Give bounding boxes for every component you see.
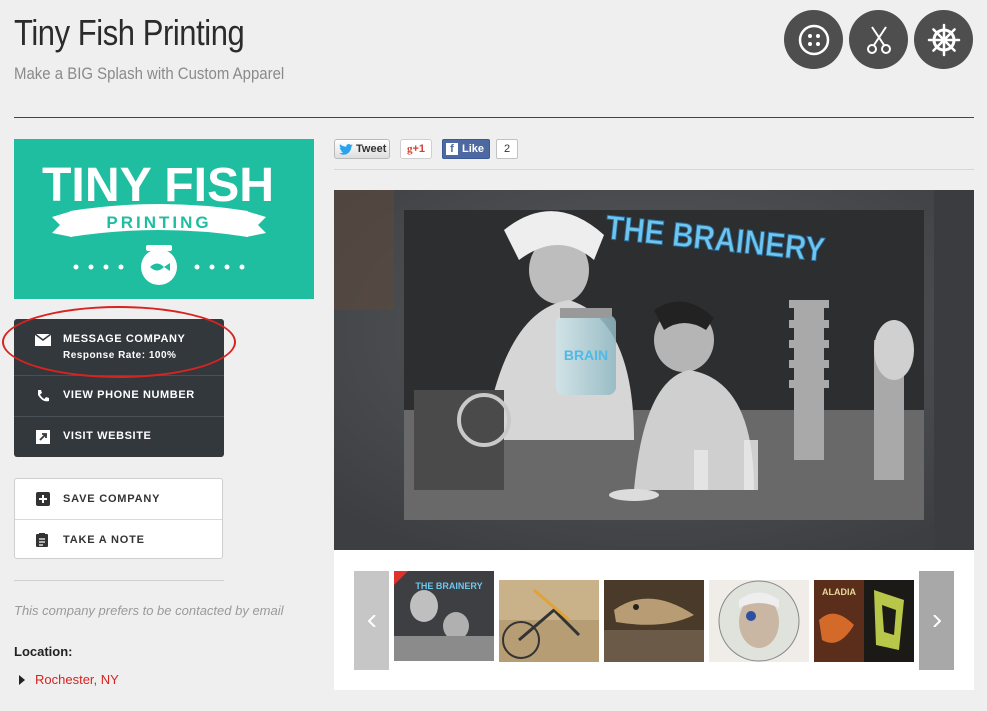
thumb-palladia[interactable]: ALADIA: [814, 580, 914, 662]
scissors-circle[interactable]: [849, 10, 908, 69]
thumb-brainery[interactable]: THE BRAINERY: [394, 571, 494, 661]
visit-website-label: VISIT WEBSITE: [63, 430, 152, 442]
view-phone-button[interactable]: VIEW PHONE NUMBER: [14, 376, 224, 416]
visit-website-button[interactable]: VISIT WEBSITE: [14, 417, 224, 457]
facebook-icon: f: [446, 143, 458, 155]
tweet-label: Tweet: [356, 143, 387, 155]
location-label: Location:: [14, 644, 73, 659]
sidebar-divider: [14, 580, 224, 581]
scissors-icon: [866, 25, 891, 54]
plus-square-icon: [36, 492, 50, 506]
notepad-icon: [36, 533, 50, 547]
svg-text:BRAIN: BRAIN: [564, 347, 608, 363]
like-label: Like: [462, 143, 485, 155]
like-count: 2: [496, 139, 518, 159]
thumb-bicycle[interactable]: [499, 580, 599, 662]
header-divider: [14, 117, 974, 118]
ship-wheel-circle[interactable]: [914, 10, 973, 69]
chevron-left-icon: [367, 614, 376, 627]
thumb-franklin[interactable]: [709, 580, 809, 662]
gplus-button[interactable]: g +1: [400, 139, 432, 159]
social-divider: [334, 169, 974, 170]
thumb-brainery-text: THE BRAINERY: [415, 581, 482, 591]
gplus-label: +1: [412, 143, 426, 155]
image-gallery: THE BRAINERY ALADIA: [334, 550, 974, 690]
tweet-button[interactable]: Tweet: [334, 139, 390, 159]
gallery-next-button[interactable]: [919, 571, 954, 670]
take-note-button[interactable]: TAKE A NOTE: [15, 520, 222, 560]
twitter-bird-icon: [339, 143, 353, 155]
page-title: Tiny Fish Printing: [14, 12, 245, 53]
secondary-actions: SAVE COMPANY TAKE A NOTE: [14, 478, 223, 559]
view-phone-label: VIEW PHONE NUMBER: [63, 389, 195, 401]
external-link-icon: [34, 428, 52, 446]
save-company-label: SAVE COMPANY: [63, 493, 161, 505]
thumb-palladia-text: ALADIA: [822, 587, 856, 597]
page-subtitle: Make a BIG Splash with Custom Apparel: [14, 64, 285, 83]
button-icon: [798, 24, 829, 55]
location-link[interactable]: Rochester, NY: [35, 672, 119, 687]
highlight-annotation: [2, 306, 236, 378]
logo-line2: PRINTING: [106, 213, 211, 232]
contact-preference: This company prefers to be contacted by …: [14, 603, 284, 618]
take-note-label: TAKE A NOTE: [63, 534, 145, 546]
phone-icon: [34, 387, 52, 405]
company-logo: TINY FISH PRINTING: [14, 139, 314, 299]
ship-wheel-icon: [927, 23, 960, 56]
selected-flag: [394, 571, 408, 585]
save-company-button[interactable]: SAVE COMPANY: [15, 479, 222, 519]
gallery-prev-button[interactable]: [354, 571, 389, 670]
thumb-fish[interactable]: [604, 580, 704, 662]
facebook-like-button[interactable]: f Like: [442, 139, 490, 159]
caret-right-icon: [19, 675, 25, 685]
chevron-right-icon: [932, 614, 941, 627]
button-circle[interactable]: [784, 10, 843, 69]
main-product-image[interactable]: BRAIN THE BRAINERY: [334, 190, 974, 550]
